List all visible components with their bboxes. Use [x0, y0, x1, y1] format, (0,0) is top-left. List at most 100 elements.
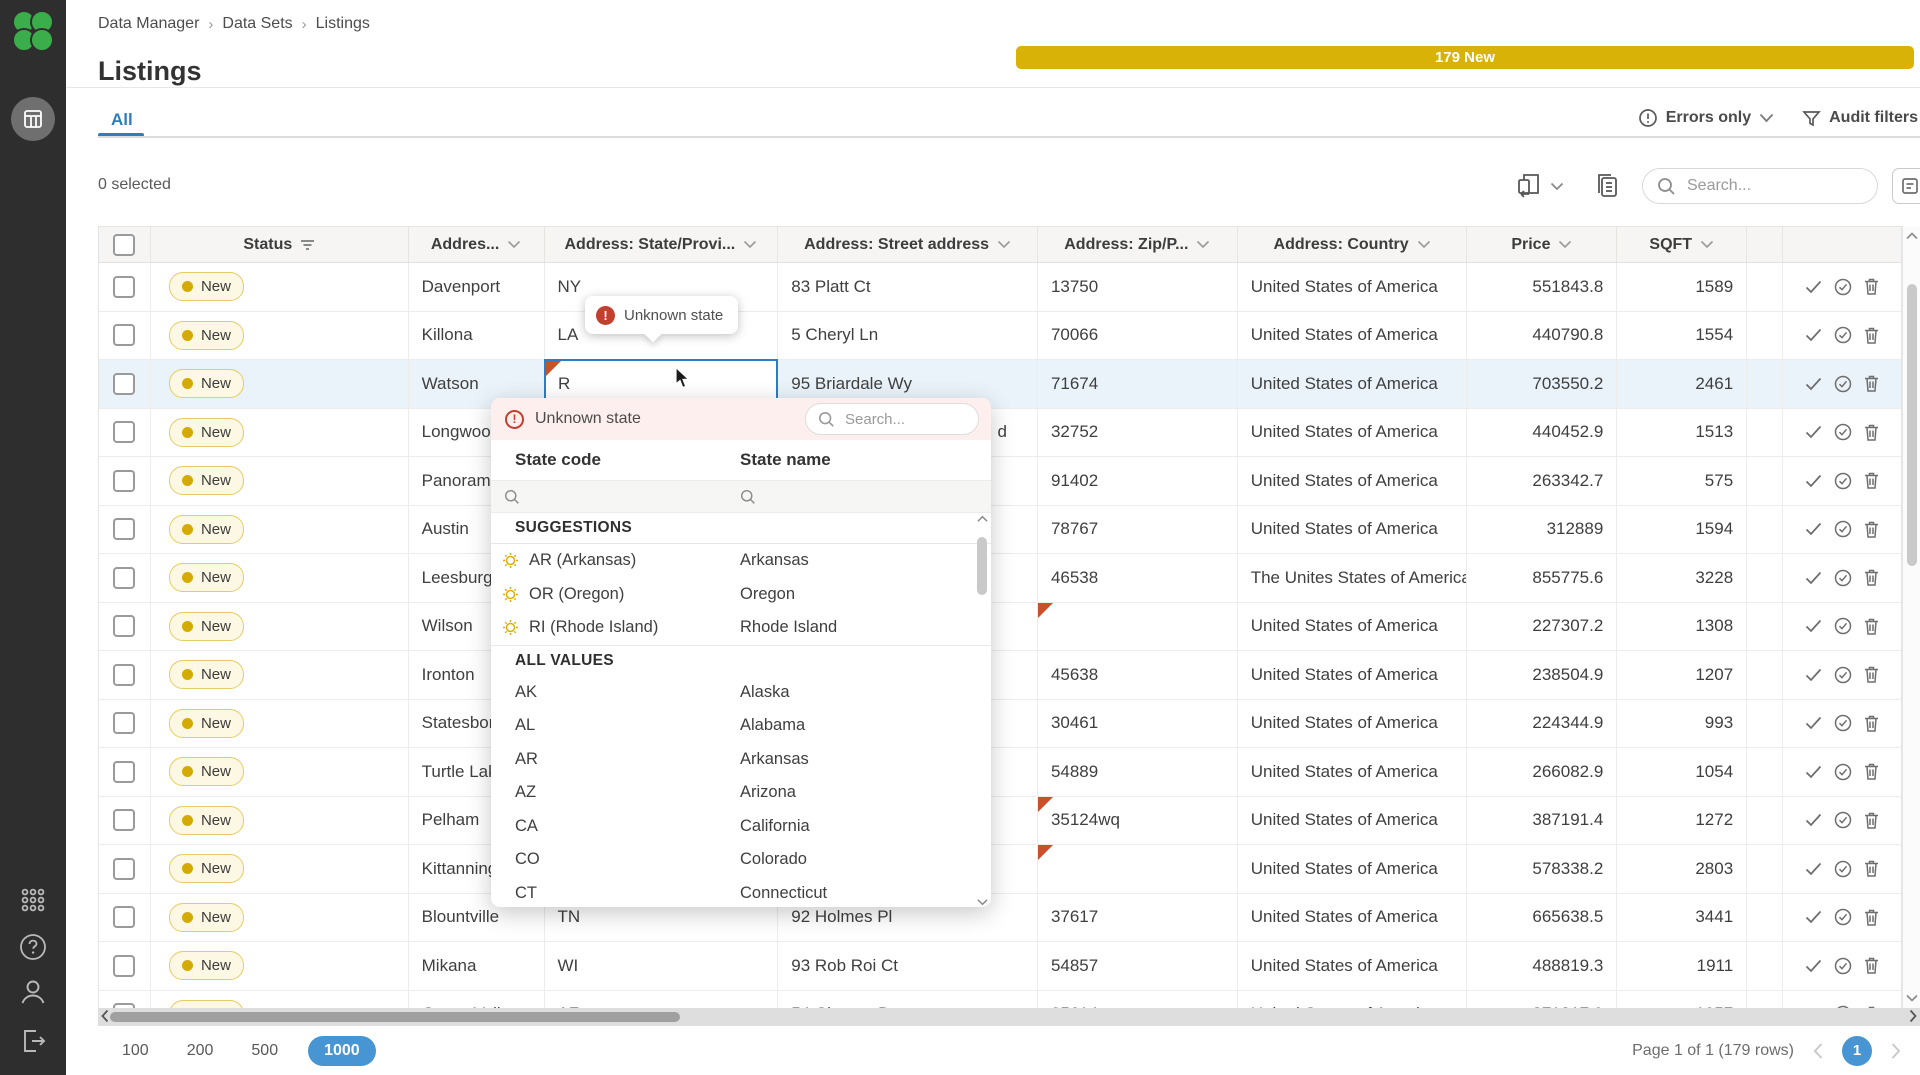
tab-all[interactable]: All	[111, 110, 133, 130]
row-select-cell[interactable]	[99, 797, 151, 845]
chevron-down-icon[interactable]	[1417, 240, 1431, 249]
circle-check-icon[interactable]	[1834, 520, 1852, 538]
sqft-cell[interactable]: 1911	[1617, 942, 1747, 990]
row-select-cell[interactable]	[99, 894, 151, 942]
price-cell[interactable]: 551843.8	[1467, 263, 1617, 311]
price-cell[interactable]: 855775.6	[1467, 554, 1617, 602]
row-select-cell[interactable]	[99, 845, 151, 893]
country-cell[interactable]: United States of America	[1238, 506, 1468, 554]
status-cell[interactable]: New	[151, 263, 409, 311]
status-cell[interactable]: New	[151, 554, 409, 602]
sqft-cell[interactable]: 1054	[1617, 748, 1747, 796]
status-cell[interactable]: New	[151, 797, 409, 845]
trash-icon[interactable]	[1864, 424, 1879, 441]
logout-icon[interactable]	[15, 1023, 51, 1059]
app-logo-icon[interactable]	[11, 9, 55, 53]
confirm-row-icon[interactable]	[1805, 813, 1822, 827]
scroll-right-icon[interactable]	[1908, 1009, 1918, 1023]
scroll-down-icon[interactable]	[977, 898, 988, 906]
state-value-item[interactable]: ARArkansas	[491, 743, 991, 777]
page-size-1000[interactable]: 1000	[308, 1036, 376, 1066]
chevron-down-icon[interactable]	[1759, 113, 1774, 123]
audit-filters-button[interactable]: Audit filters	[1802, 109, 1918, 128]
breadcrumb-item[interactable]: Data Sets	[222, 15, 292, 33]
sqft-cell[interactable]: 1308	[1617, 603, 1747, 651]
row-select-cell[interactable]	[99, 457, 151, 505]
city-cell[interactable]: Killona	[409, 312, 545, 360]
suggestion-item[interactable]: OR (Oregon)Oregon	[491, 578, 991, 612]
status-cell[interactable]: New	[151, 506, 409, 554]
row-select-cell[interactable]	[99, 409, 151, 457]
status-cell[interactable]: New	[151, 748, 409, 796]
country-cell[interactable]: United States of America	[1238, 263, 1468, 311]
apps-grid-icon[interactable]	[15, 882, 51, 918]
row-select-cell[interactable]	[99, 603, 151, 651]
row-select-cell[interactable]	[99, 312, 151, 360]
price-cell[interactable]: 387191.4	[1467, 797, 1617, 845]
column-header-price[interactable]: Price	[1467, 227, 1617, 262]
row-select-cell[interactable]	[99, 360, 151, 408]
trash-icon[interactable]	[1864, 715, 1879, 732]
confirm-row-icon[interactable]	[1805, 862, 1822, 876]
country-cell[interactable]: United States of America	[1238, 700, 1468, 748]
page-size-200[interactable]: 200	[179, 1037, 222, 1065]
sqft-cell[interactable]: 1207	[1617, 651, 1747, 699]
price-cell[interactable]: 266082.9	[1467, 748, 1617, 796]
confirm-row-icon[interactable]	[1805, 765, 1822, 779]
zip-cell[interactable]: 71674	[1038, 360, 1238, 408]
status-cell[interactable]: New	[151, 894, 409, 942]
sqft-cell[interactable]: 1513	[1617, 409, 1747, 457]
confirm-row-icon[interactable]	[1805, 910, 1822, 924]
status-cell[interactable]: New	[151, 942, 409, 990]
confirm-row-icon[interactable]	[1805, 425, 1822, 439]
chevron-down-icon[interactable]	[1196, 240, 1210, 249]
circle-check-icon[interactable]	[1834, 811, 1852, 829]
status-cell[interactable]: New	[151, 312, 409, 360]
circle-check-icon[interactable]	[1834, 472, 1852, 490]
row-select-cell[interactable]	[99, 700, 151, 748]
confirm-row-icon[interactable]	[1805, 280, 1822, 294]
confirm-row-icon[interactable]	[1805, 522, 1822, 536]
price-cell[interactable]: 224344.9	[1467, 700, 1617, 748]
trash-icon[interactable]	[1864, 957, 1879, 974]
status-cell[interactable]: New	[151, 651, 409, 699]
price-cell[interactable]: 440790.8	[1467, 312, 1617, 360]
suggestion-item[interactable]: RI (Rhode Island)Rhode Island	[491, 611, 991, 645]
zip-cell[interactable]: 78767	[1038, 506, 1238, 554]
price-cell[interactable]: 312889	[1467, 506, 1617, 554]
trash-icon[interactable]	[1864, 763, 1879, 780]
vertical-scrollbar-thumb[interactable]	[1907, 284, 1917, 566]
row-checkbox[interactable]	[113, 615, 135, 637]
column-header-sqft[interactable]: SQFT	[1617, 227, 1747, 262]
search-icon[interactable]	[740, 489, 756, 505]
state-value-item[interactable]: CACalifornia	[491, 810, 991, 844]
row-checkbox[interactable]	[113, 324, 135, 346]
trash-icon[interactable]	[1864, 860, 1879, 877]
price-cell[interactable]: 665638.5	[1467, 894, 1617, 942]
trash-icon[interactable]	[1864, 278, 1879, 295]
status-cell[interactable]: New	[151, 845, 409, 893]
confirm-row-icon[interactable]	[1805, 571, 1822, 585]
row-checkbox[interactable]	[113, 906, 135, 928]
row-select-cell[interactable]	[99, 263, 151, 311]
row-select-cell[interactable]	[99, 942, 151, 990]
scroll-up-icon[interactable]	[977, 515, 988, 523]
select-all-checkbox[interactable]	[113, 234, 135, 256]
zip-cell[interactable]: 37617	[1038, 894, 1238, 942]
circle-check-icon[interactable]	[1834, 326, 1852, 344]
status-cell[interactable]: New	[151, 603, 409, 651]
circle-check-icon[interactable]	[1834, 666, 1852, 684]
state-value-item[interactable]: CTConnecticut	[491, 877, 991, 908]
trash-icon[interactable]	[1864, 569, 1879, 586]
row-checkbox[interactable]	[113, 373, 135, 395]
country-cell[interactable]: United States of America	[1238, 651, 1468, 699]
state-value-item[interactable]: AZArizona	[491, 776, 991, 810]
trash-icon[interactable]	[1864, 327, 1879, 344]
trash-icon[interactable]	[1864, 472, 1879, 489]
zip-cell[interactable]: 46538	[1038, 554, 1238, 602]
chevron-down-icon[interactable]	[997, 240, 1011, 249]
confirm-row-icon[interactable]	[1805, 377, 1822, 391]
zip-cell[interactable]: 54857	[1038, 942, 1238, 990]
filter-lines-icon[interactable]	[300, 239, 315, 251]
trash-icon[interactable]	[1864, 521, 1879, 538]
